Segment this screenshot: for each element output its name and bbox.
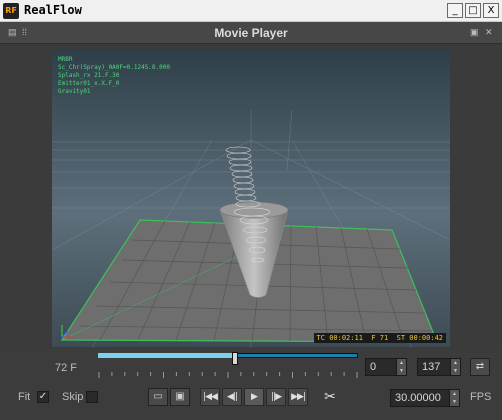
step-forward-button[interactable]: ||▶ xyxy=(266,388,286,406)
timecode-value: TC 00:02:11 xyxy=(316,334,363,342)
window-title: RealFlow xyxy=(24,3,82,17)
frame-value: F 71 xyxy=(371,334,389,342)
folder-icon: ▭ xyxy=(153,391,163,402)
play-icon: ▶ xyxy=(251,392,258,402)
timeline-progress xyxy=(98,353,235,358)
play-button[interactable]: ▶ xyxy=(244,388,264,406)
loop-button[interactable]: ⇄ xyxy=(470,358,490,376)
overlay-line: Gravity01 xyxy=(58,88,91,95)
timecode-readout: TC 00:02:11 F 71 ST 00:00:42 xyxy=(313,333,446,343)
movie-viewport[interactable]: MRBR Sc_Chr(Spray)_0A0F=0.1245.8.000 Spl… xyxy=(52,50,450,347)
panel-header: ▤ ⁞⁞ Movie Player ▣ ✕ xyxy=(0,22,502,44)
go-to-start-button[interactable]: |◀◀ xyxy=(200,388,220,406)
range-start-stepper-icon[interactable]: ▲ ▼ xyxy=(396,359,406,375)
range-start-value: 0 xyxy=(370,361,377,373)
fit-label: Fit xyxy=(18,391,31,403)
overlay-line: Splash_rx 21.F.30 xyxy=(58,72,120,79)
panel-title: Movie Player xyxy=(214,26,288,40)
playhead-handle[interactable] xyxy=(231,352,238,365)
skip-end-icon: ▶▶| xyxy=(291,392,306,402)
range-end-stepper-icon[interactable]: ▲ ▼ xyxy=(450,359,460,375)
cut-button[interactable]: ✂ xyxy=(320,388,340,406)
overlay-line: MRBR xyxy=(58,56,73,63)
fps-field[interactable]: 30.00000 ▲ ▼ xyxy=(390,389,460,407)
overlay-line: Sc_Chr(Spray)_0A0F=0.1245.8.000 xyxy=(58,64,170,71)
skip-label: Skip xyxy=(62,391,84,403)
open-button[interactable]: ▭ xyxy=(148,388,168,406)
fps-value: 30.00000 xyxy=(395,392,441,404)
panel-float-icon[interactable]: ▣ xyxy=(470,27,480,37)
step-forward-icon: ||▶ xyxy=(271,392,282,402)
current-frame-label: 72 F xyxy=(55,362,78,374)
save-button[interactable]: ▣ xyxy=(170,388,190,406)
skip-checkbox[interactable] xyxy=(86,391,98,403)
timeline-ticks xyxy=(98,372,358,378)
realflow-app-icon: RF xyxy=(3,3,19,19)
fps-stepper-icon[interactable]: ▲ ▼ xyxy=(449,390,459,406)
fps-label: FPS xyxy=(470,391,492,403)
checkmark-icon: ✓ xyxy=(38,391,48,402)
window-titlebar: RF RealFlow _ □ X xyxy=(0,0,502,22)
step-back-icon: ◀|| xyxy=(227,392,238,402)
range-start-field[interactable]: 0 ▲ ▼ xyxy=(365,358,407,376)
panel-close-icon[interactable]: ✕ xyxy=(485,27,495,37)
start-time-value: ST 00:00:42 xyxy=(396,334,443,342)
range-end-field[interactable]: 137 ▲ ▼ xyxy=(417,358,461,376)
range-end-value: 137 xyxy=(422,361,441,373)
loop-icon: ⇄ xyxy=(475,361,485,372)
timeline-slider[interactable] xyxy=(98,352,358,365)
go-to-end-button[interactable]: ▶▶| xyxy=(288,388,308,406)
step-back-button[interactable]: ◀|| xyxy=(222,388,242,406)
maximize-button[interactable]: □ xyxy=(465,3,481,18)
minimize-button[interactable]: _ xyxy=(447,3,463,18)
skip-start-icon: |◀◀ xyxy=(203,392,218,402)
fit-checkbox[interactable]: ✓ xyxy=(37,391,49,403)
close-button[interactable]: X xyxy=(483,3,499,18)
floppy-icon: ▣ xyxy=(175,391,185,402)
scissors-icon: ✂ xyxy=(324,388,336,404)
viewport-info-overlay: MRBR Sc_Chr(Spray)_0A0F=0.1245.8.000 Spl… xyxy=(58,56,170,96)
overlay-line: Emitter01_x.X.F_0 xyxy=(58,80,120,87)
